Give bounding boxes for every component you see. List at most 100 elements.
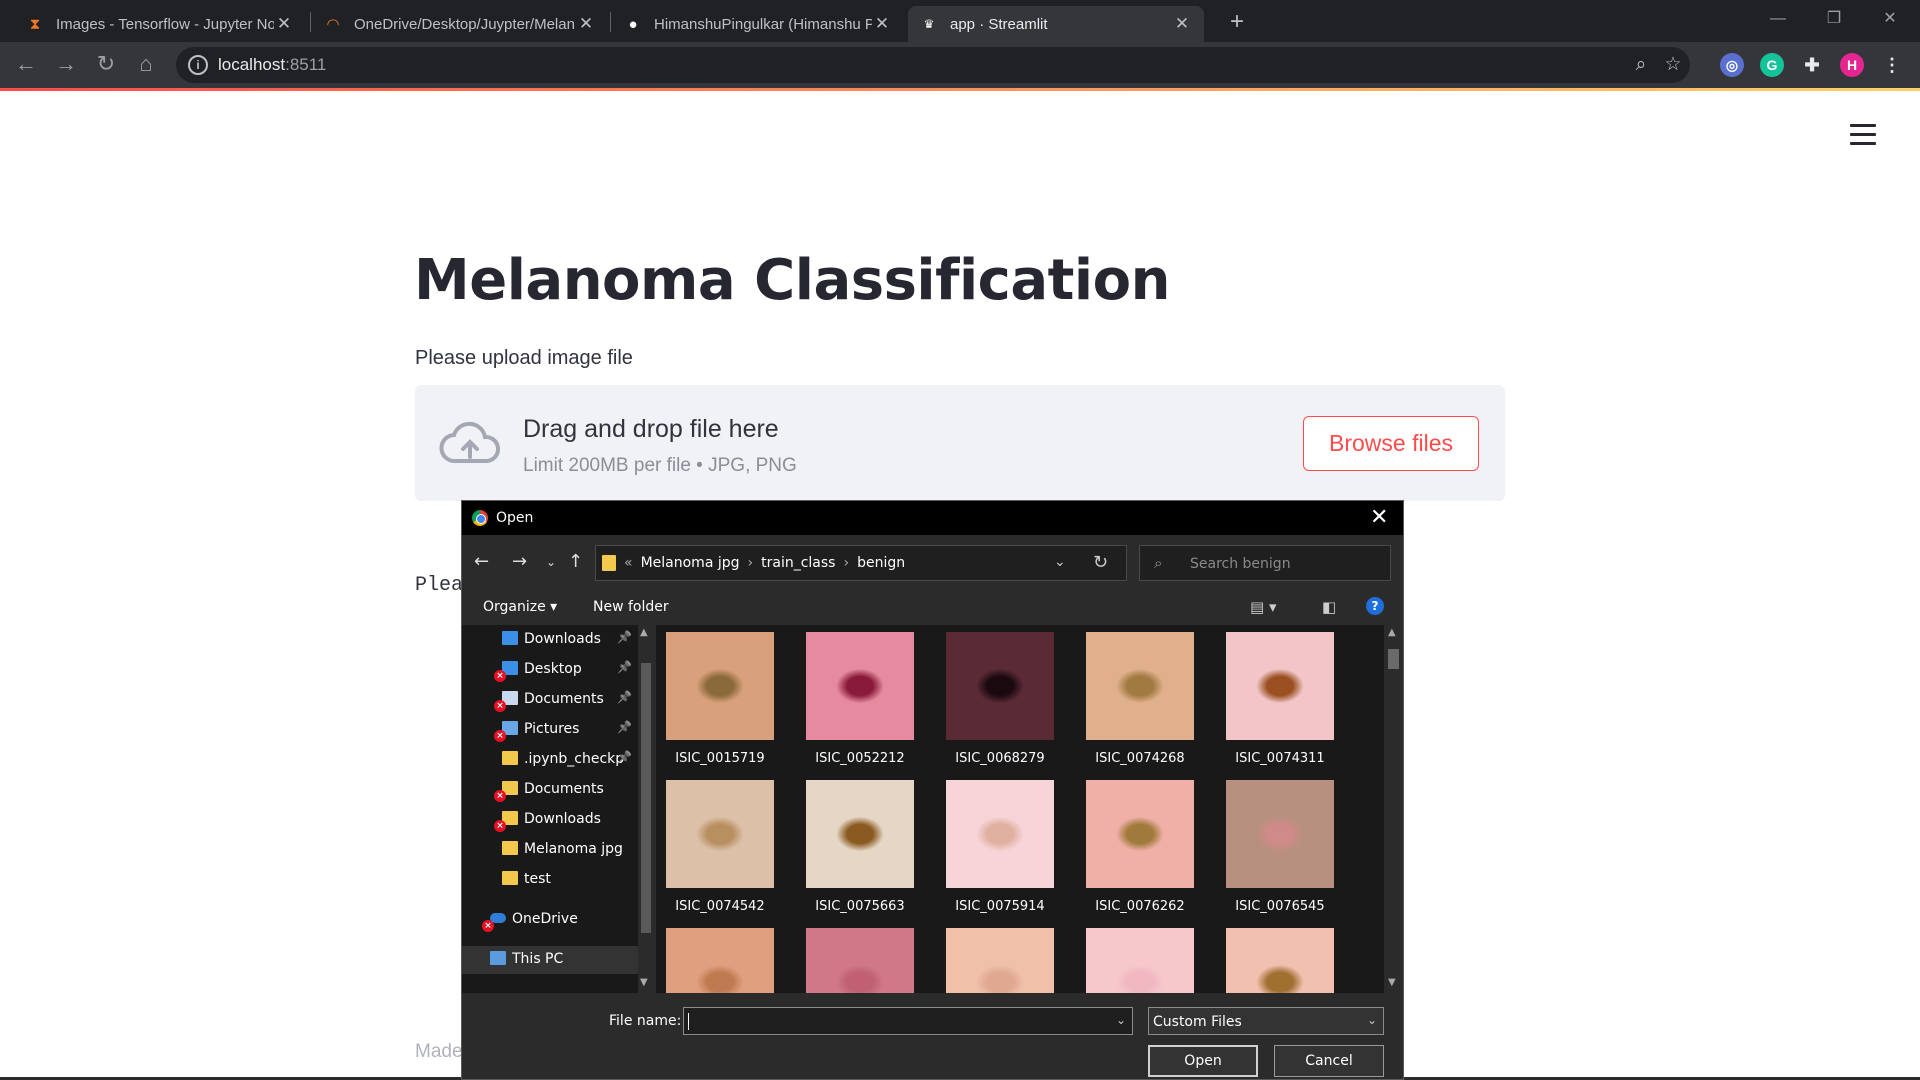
nav-item[interactable]: × Pictures 📌 [462,716,638,744]
change-view-icon[interactable]: ▤ ▾ [1250,598,1276,616]
address-dropdown-icon[interactable]: ⌄ [1054,554,1066,570]
tab-streamlit-app[interactable]: ♛ app · Streamlit ✕ [908,6,1204,42]
extension-icon[interactable]: ◎ [1720,53,1744,77]
back-arrow-icon[interactable]: ← [474,551,489,572]
tab-title: Images - Tensorflow - Jupyter No [56,15,274,33]
menu-kebab-icon[interactable]: ⋮ [1880,53,1904,77]
breadcrumb-item[interactable]: Melanoma jpg [641,555,740,571]
breadcrumb-item[interactable]: train_class [761,555,835,571]
close-tab-icon[interactable]: ✕ [576,14,596,34]
file-thumbnail[interactable]: ISIC_0068279 [935,632,1055,780]
address-bar[interactable]: i localhost:8511 ⌕ ☆ [176,47,1690,83]
dialog-address-bar[interactable]: «Melanoma jpg › train_class › benign ⌄ ↻ [595,545,1127,581]
file-name: ISIC_0015719 [675,751,765,766]
file-thumbnail[interactable]: ISIC_0076545 [1215,780,1335,928]
site-info-icon[interactable]: i [188,55,208,75]
close-tab-icon[interactable]: ✕ [1172,14,1192,34]
footer-text: Made [415,1041,463,1062]
back-button[interactable]: ← [10,49,42,81]
nav-item[interactable]: Downloads 📌 [462,626,638,654]
nav-item-label: This PC [512,951,564,967]
nav-item[interactable]: × Downloads [462,806,638,834]
file-thumbnail[interactable] [656,928,775,993]
breadcrumb-item[interactable]: benign [857,555,905,571]
chevron-down-icon[interactable]: ⌄ [1116,1013,1126,1027]
lesion-image [1226,928,1334,993]
file-thumbnail[interactable]: ISIC_0074311 [1215,632,1335,780]
zoom-icon[interactable]: ⌕ [1628,53,1654,79]
sync-error-icon: × [494,670,506,682]
tab-jupyter-onedrive[interactable]: ◠ OneDrive/Desktop/Juypter/Melan ✕ [312,6,608,42]
open-button[interactable]: Open [1148,1045,1258,1077]
file-thumbnail[interactable] [1215,928,1335,993]
scroll-up-icon[interactable]: ▲ [640,627,648,638]
file-thumbnail[interactable]: ISIC_0076262 [1075,780,1195,928]
bookmark-star-icon[interactable]: ☆ [1660,53,1686,79]
scrollbar-thumb[interactable] [1388,649,1399,669]
preview-pane-icon[interactable]: ◧ [1322,598,1336,616]
scroll-down-icon[interactable]: ▼ [640,977,648,988]
up-arrow-icon[interactable]: ↑ [568,551,583,572]
nav-item-label: Documents [524,781,604,797]
file-thumbnail[interactable] [1075,928,1195,993]
recent-locations-chevron-icon[interactable]: ⌄ [546,555,556,569]
dialog-close-icon[interactable]: ✕ [1370,505,1388,530]
nav-item[interactable]: Melanoma jpg [462,836,638,864]
home-button[interactable]: ⌂ [130,49,162,81]
nav-item[interactable]: × OneDrive [462,906,638,934]
nav-item[interactable]: .ipynb_checkpoints📌 [462,746,638,774]
nav-item[interactable]: × Documents 📌 [462,686,638,714]
help-icon[interactable]: ? [1366,597,1384,615]
organize-button[interactable]: Organize ▾ [483,599,557,615]
file-thumbnail[interactable] [935,928,1055,993]
file-type-select[interactable]: Custom Files ⌄ [1148,1007,1384,1035]
close-tab-icon[interactable]: ✕ [872,14,892,34]
url-host: localhost [218,55,286,74]
refresh-icon[interactable]: ↻ [1093,552,1108,573]
file-thumbnail[interactable]: ISIC_0052212 [795,632,915,780]
new-folder-button[interactable]: New folder [593,599,669,615]
file-thumbnail[interactable] [795,928,915,993]
file-dropzone[interactable]: Drag and drop file here Limit 200MB per … [415,385,1505,501]
forward-arrow-icon[interactable]: → [512,551,527,572]
close-window-button[interactable]: ✕ [1862,0,1918,40]
nav-item-label: Downloads [524,631,601,647]
cancel-button[interactable]: Cancel [1274,1045,1384,1077]
nav-item[interactable]: This PC [462,946,638,974]
dialog-search-input[interactable]: ⌕ Search benign [1139,545,1391,581]
nav-item[interactable]: test [462,866,638,894]
file-pane-scrollbar[interactable]: ▲ ▼ [1384,625,1403,993]
extensions-puzzle-icon[interactable]: ✚ [1800,53,1824,77]
hamburger-menu-icon[interactable] [1850,124,1876,146]
scroll-down-icon[interactable]: ▼ [1388,977,1396,988]
github-icon: ● [628,15,638,33]
streamlit-icon: ♛ [923,17,935,31]
minimize-button[interactable]: — [1750,0,1806,40]
restore-button[interactable]: ❐ [1806,0,1862,40]
file-thumbnail[interactable]: ISIC_0075914 [935,780,1055,928]
tab-jupyter-images[interactable]: ⧗ Images - Tensorflow - Jupyter No ✕ [14,6,306,42]
browse-files-button[interactable]: Browse files [1303,416,1479,471]
navigation-pane-scrollbar[interactable]: ▲ ▼ [638,625,654,993]
file-name: ISIC_0076545 [1235,899,1325,914]
file-name-input[interactable]: ⌄ [683,1007,1133,1035]
file-thumbnail[interactable]: ISIC_0074268 [1075,632,1195,780]
nav-item[interactable]: × Documents [462,776,638,804]
file-thumbnail[interactable]: ISIC_0074542 [656,780,775,928]
tab-separator [610,12,611,32]
file-thumbnail[interactable]: ISIC_0015719 [656,632,775,780]
new-tab-button[interactable]: + [1222,8,1252,38]
forward-button[interactable]: → [50,49,82,81]
reload-button[interactable]: ↻ [90,49,122,81]
scrollbar-thumb[interactable] [641,663,651,933]
pin-icon: 📌 [617,690,632,704]
jupyter-icon: ◠ [326,16,340,33]
grammarly-icon[interactable]: G [1760,53,1784,77]
tab-title: HimanshuPingulkar (Himanshu P [654,15,872,33]
nav-item[interactable]: × Desktop 📌 [462,656,638,684]
close-tab-icon[interactable]: ✕ [274,14,294,34]
tab-github[interactable]: ● HimanshuPingulkar (Himanshu P ✕ [612,6,904,42]
profile-avatar[interactable]: H [1840,53,1864,77]
file-thumbnail[interactable]: ISIC_0075663 [795,780,915,928]
scroll-up-icon[interactable]: ▲ [1388,627,1396,638]
